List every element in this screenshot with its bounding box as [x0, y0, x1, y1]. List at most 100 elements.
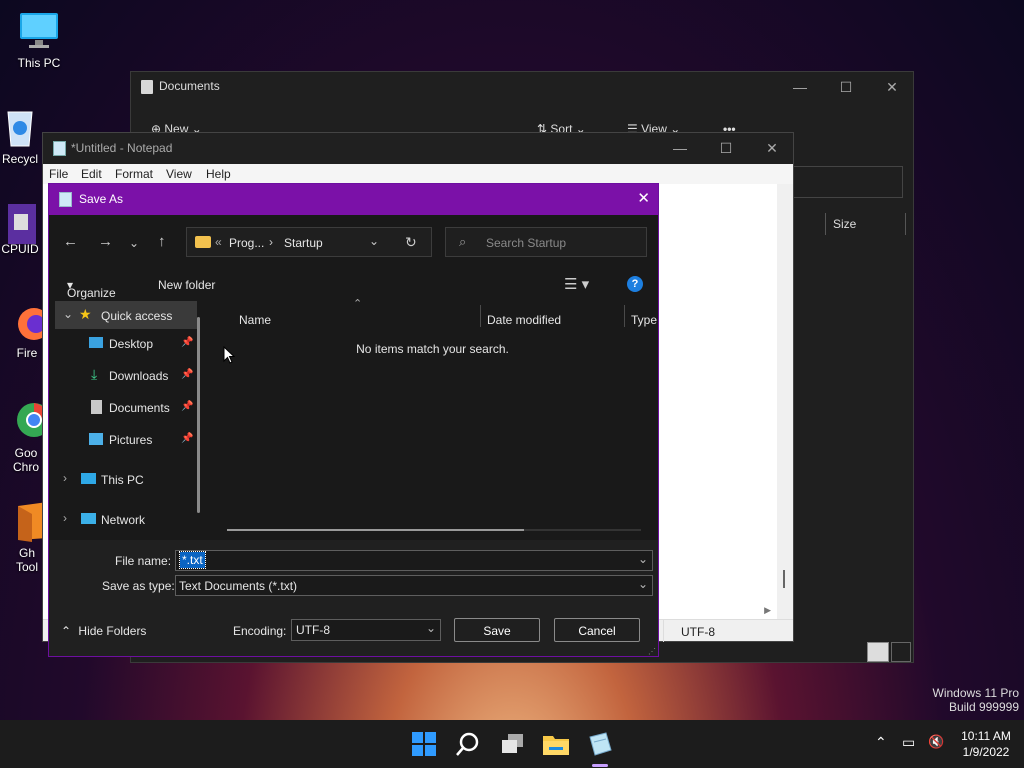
- pin-icon: 📌: [181, 337, 194, 348]
- scrollbar-thumb[interactable]: [227, 529, 524, 531]
- recent-locations-chevron-icon[interactable]: ⌄: [129, 236, 139, 250]
- save-as-dialog[interactable]: Save As ✕ ← → ⌄ ↑ « Prog... › Startup ⌄ …: [48, 183, 659, 657]
- mouse-cursor-icon: [223, 345, 236, 367]
- menu-help[interactable]: Help: [206, 167, 231, 181]
- save-type-value: Text Documents (*.txt): [179, 579, 298, 593]
- command-bar: Organize ▾ New folder ☰ ▾ ?: [49, 270, 658, 300]
- close-button[interactable]: ✕: [869, 72, 915, 102]
- save-button[interactable]: Save: [454, 618, 540, 642]
- save-type-select[interactable]: Text Documents (*.txt) ⌄: [175, 575, 653, 596]
- back-arrow-icon[interactable]: ←: [63, 233, 78, 250]
- tree-item-documents[interactable]: Documents 📌: [55, 393, 197, 421]
- column-header-type[interactable]: Type: [631, 313, 657, 327]
- maximize-button[interactable]: ☐: [823, 72, 869, 102]
- tree-item-this-pc[interactable]: › This PC: [55, 465, 197, 493]
- up-arrow-icon[interactable]: ↑: [158, 233, 166, 250]
- cpu-icon: [4, 204, 36, 244]
- column-divider: [825, 213, 826, 235]
- chevron-down-icon[interactable]: ⌄: [638, 552, 648, 566]
- tree-item-downloads[interactable]: ⤓ Downloads 📌: [55, 361, 197, 389]
- explorer-search-box[interactable]: [793, 166, 903, 198]
- hide-folders-button[interactable]: ⌃ Hide Folders: [61, 624, 146, 638]
- horizontal-scrollbar[interactable]: [227, 529, 641, 531]
- organize-button[interactable]: Organize ▾: [67, 278, 116, 300]
- desktop-icon-this-pc[interactable]: This PC: [0, 10, 78, 70]
- scrollbar-thumb[interactable]: [783, 570, 785, 588]
- desktop-icon-ghost-toolbox[interactable]: Gh Tool: [0, 500, 42, 574]
- notepad-title-bar: *Untitled - Notepad — ☐ ✕: [43, 133, 793, 164]
- network-icon[interactable]: ▭: [902, 734, 915, 751]
- new-folder-button[interactable]: New folder: [158, 278, 215, 292]
- search-icon: [456, 732, 479, 756]
- task-view-button[interactable]: [497, 728, 529, 760]
- dialog-title: Save As: [79, 192, 124, 206]
- breadcrumb-current[interactable]: Startup: [284, 236, 323, 250]
- menu-file[interactable]: File: [49, 167, 68, 181]
- minimize-button[interactable]: —: [657, 133, 703, 163]
- details-view-icon[interactable]: [867, 642, 889, 662]
- tree-item-quick-access[interactable]: ⌄ ★ Quick access: [55, 301, 197, 329]
- firefox-icon: [14, 306, 42, 342]
- tiles-view-icon[interactable]: [891, 642, 911, 662]
- search-box[interactable]: ⌕ Search Startup: [445, 227, 647, 257]
- notepad-taskbar-button[interactable]: [584, 728, 616, 760]
- close-button[interactable]: ✕: [749, 133, 795, 163]
- menu-view[interactable]: View: [166, 167, 192, 181]
- desktop-icon-label: Recycl: [1, 152, 38, 166]
- chevron-up-icon[interactable]: ⌃: [875, 734, 887, 751]
- pin-icon: 📌: [181, 369, 194, 380]
- search-button[interactable]: [452, 728, 484, 760]
- encoding-label: Encoding:: [233, 624, 287, 638]
- minimize-button[interactable]: —: [777, 72, 823, 102]
- forward-arrow-icon[interactable]: →: [98, 233, 113, 250]
- vertical-scrollbar[interactable]: [777, 184, 793, 619]
- maximize-button[interactable]: ☐: [703, 133, 749, 163]
- save-type-label: Save as type:: [102, 579, 175, 593]
- encoding-value: UTF-8: [296, 623, 330, 637]
- volume-muted-icon[interactable]: 🔇: [928, 734, 944, 750]
- tree-item-desktop[interactable]: Desktop 📌: [55, 329, 197, 357]
- menu-edit[interactable]: Edit: [81, 167, 102, 181]
- hide-folders-label: Hide Folders: [78, 624, 147, 638]
- menu-format[interactable]: Format: [115, 167, 153, 181]
- desktop-icon-chrome[interactable]: Goo Chro: [0, 400, 42, 474]
- desktop-icon-cpuid[interactable]: CPUID: [0, 204, 40, 256]
- explorer-title: Documents: [159, 79, 220, 93]
- desktop-icon-label: Fire: [16, 346, 38, 360]
- chevron-up-icon: ⌃: [61, 624, 72, 638]
- ghost-toolbox-icon: [14, 500, 42, 542]
- active-app-indicator: [592, 764, 608, 767]
- tree-item-pictures[interactable]: Pictures 📌: [55, 425, 197, 453]
- file-name-input[interactable]: *.txt ⌄: [175, 550, 653, 571]
- desktop-icon-recycle-bin[interactable]: Recycl: [0, 106, 40, 166]
- tree-item-label: Downloads: [109, 369, 169, 383]
- column-header-date-modified[interactable]: Date modified: [487, 313, 561, 327]
- notepad-menu-bar: File Edit Format View Help: [43, 164, 793, 184]
- watermark-build: Build 999999: [948, 700, 1019, 714]
- start-button[interactable]: [408, 728, 440, 760]
- file-name-value: *.txt: [179, 551, 206, 569]
- help-icon[interactable]: ?: [627, 276, 643, 292]
- tree-item-network[interactable]: › Network: [55, 505, 197, 533]
- breadcrumb-parent[interactable]: Prog...: [229, 236, 264, 250]
- close-icon[interactable]: ✕: [637, 189, 650, 207]
- breadcrumb-overflow[interactable]: «: [215, 235, 222, 249]
- view-options-icon[interactable]: ☰ ▾: [564, 275, 589, 293]
- column-header-name[interactable]: Name: [239, 313, 271, 327]
- clock[interactable]: 10:11 AM 1/9/2022: [958, 729, 1014, 759]
- file-explorer-taskbar-button[interactable]: [540, 728, 572, 760]
- nav-scrollbar-thumb[interactable]: [197, 317, 200, 513]
- cancel-button[interactable]: Cancel: [554, 618, 640, 642]
- address-dropdown-icon[interactable]: ⌄: [369, 234, 379, 248]
- chrome-icon: [14, 400, 42, 442]
- resize-grip-icon[interactable]: ⋰: [648, 647, 656, 656]
- tree-item-label: Network: [101, 513, 146, 527]
- scroll-right-arrow[interactable]: ▶: [764, 605, 771, 616]
- refresh-icon[interactable]: ↻: [405, 234, 417, 251]
- desktop-icon-firefox[interactable]: Fire: [0, 306, 42, 360]
- status-divider: [663, 620, 664, 642]
- task-view-icon: [502, 734, 523, 753]
- pin-icon: 📌: [181, 433, 194, 444]
- encoding-select[interactable]: UTF-8 ⌄: [291, 619, 441, 641]
- address-bar[interactable]: « Prog... › Startup ⌄ ↻: [186, 227, 432, 257]
